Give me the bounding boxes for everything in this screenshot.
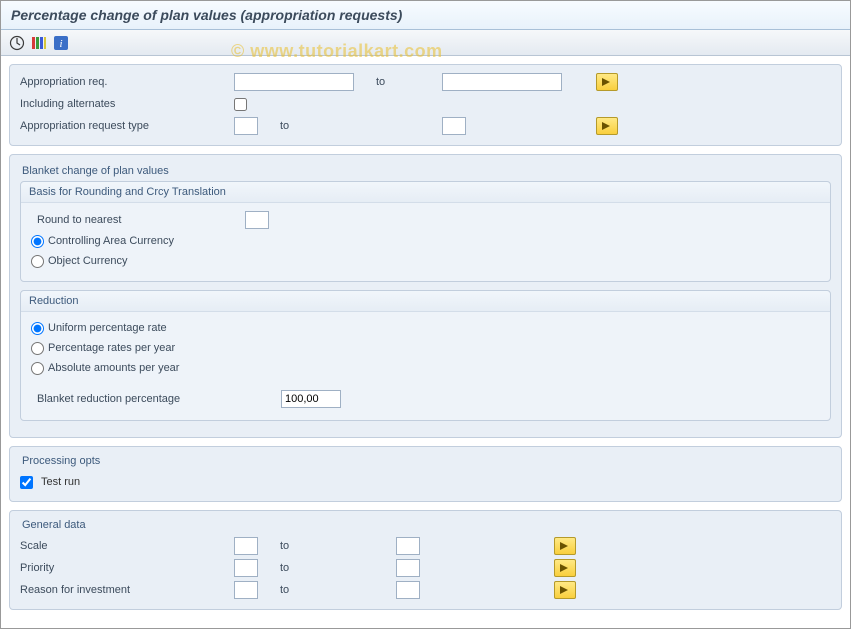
- incl-alt-row: Including alternates: [20, 93, 831, 115]
- reason-label: Reason for investment: [20, 584, 230, 596]
- per-year-label: Percentage rates per year: [48, 342, 175, 354]
- page-title: Percentage change of plan values (approp…: [11, 7, 840, 23]
- approp-req-to-input[interactable]: [442, 73, 562, 91]
- incl-alt-checkbox[interactable]: [234, 98, 247, 111]
- processing-title: Processing opts: [20, 453, 831, 471]
- basis-title: Basis for Rounding and Crcy Translation: [21, 182, 830, 203]
- obj-currency-label: Object Currency: [48, 255, 127, 267]
- approp-req-from-input[interactable]: [234, 73, 354, 91]
- approp-type-label: Appropriation request type: [20, 120, 230, 132]
- selection-panel: Appropriation req. to Including alternat…: [9, 64, 842, 146]
- obj-currency-radio[interactable]: [31, 255, 44, 268]
- reduction-title: Reduction: [21, 291, 830, 312]
- multi-select-button[interactable]: [554, 581, 576, 599]
- multi-select-button[interactable]: [596, 73, 618, 91]
- approp-type-row: Appropriation request type to: [20, 115, 831, 137]
- abs-radio[interactable]: [31, 362, 44, 375]
- general-title: General data: [20, 517, 831, 535]
- priority-to-input[interactable]: [396, 559, 420, 577]
- titlebar: Percentage change of plan values (approp…: [1, 1, 850, 30]
- to-label: to: [262, 120, 438, 132]
- approp-type-to-input[interactable]: [442, 117, 466, 135]
- scale-row: Scale to: [20, 535, 831, 557]
- approp-req-label: Appropriation req.: [20, 76, 230, 88]
- abs-label: Absolute amounts per year: [48, 362, 179, 374]
- app-window: Percentage change of plan values (approp…: [0, 0, 851, 629]
- ctrl-currency-radio[interactable]: [31, 235, 44, 248]
- scale-to-input[interactable]: [396, 537, 420, 555]
- to-label: to: [358, 76, 438, 88]
- basis-group: Basis for Rounding and Crcy Translation …: [20, 181, 831, 282]
- to-label: to: [262, 584, 392, 596]
- multi-select-button[interactable]: [554, 559, 576, 577]
- variants-icon[interactable]: [31, 35, 47, 51]
- round-label: Round to nearest: [31, 214, 241, 226]
- to-label: to: [262, 540, 392, 552]
- priority-row: Priority to: [20, 557, 831, 579]
- info-icon[interactable]: i: [53, 35, 69, 51]
- testrun-label: Test run: [41, 476, 80, 488]
- per-year-radio[interactable]: [31, 342, 44, 355]
- testrun-checkbox[interactable]: [20, 476, 33, 489]
- reason-to-input[interactable]: [396, 581, 420, 599]
- round-input[interactable]: [245, 211, 269, 229]
- toolbar: i: [1, 30, 850, 56]
- content-area: Appropriation req. to Including alternat…: [1, 56, 850, 610]
- uniform-radio[interactable]: [31, 322, 44, 335]
- blanket-pct-label: Blanket reduction percentage: [31, 393, 277, 405]
- priority-from-input[interactable]: [234, 559, 258, 577]
- uniform-label: Uniform percentage rate: [48, 322, 167, 334]
- reason-row: Reason for investment to: [20, 579, 831, 601]
- ctrl-currency-label: Controlling Area Currency: [48, 235, 174, 247]
- priority-label: Priority: [20, 562, 230, 574]
- general-panel: General data Scale to Priority to: [9, 510, 842, 610]
- multi-select-button[interactable]: [554, 537, 576, 555]
- approp-req-row: Appropriation req. to: [20, 71, 831, 93]
- execute-icon[interactable]: [9, 35, 25, 51]
- reason-from-input[interactable]: [234, 581, 258, 599]
- scale-label: Scale: [20, 540, 230, 552]
- multi-select-button[interactable]: [596, 117, 618, 135]
- to-label: to: [262, 562, 392, 574]
- approp-type-from-input[interactable]: [234, 117, 258, 135]
- blanket-pct-input[interactable]: [281, 390, 341, 408]
- svg-text:i: i: [59, 38, 62, 50]
- blanket-title: Blanket change of plan values: [20, 163, 831, 181]
- processing-panel: Processing opts Test run: [9, 446, 842, 502]
- blanket-panel: Blanket change of plan values Basis for …: [9, 154, 842, 438]
- scale-from-input[interactable]: [234, 537, 258, 555]
- reduction-group: Reduction Uniform percentage rate Percen…: [20, 290, 831, 421]
- incl-alt-label: Including alternates: [20, 98, 230, 110]
